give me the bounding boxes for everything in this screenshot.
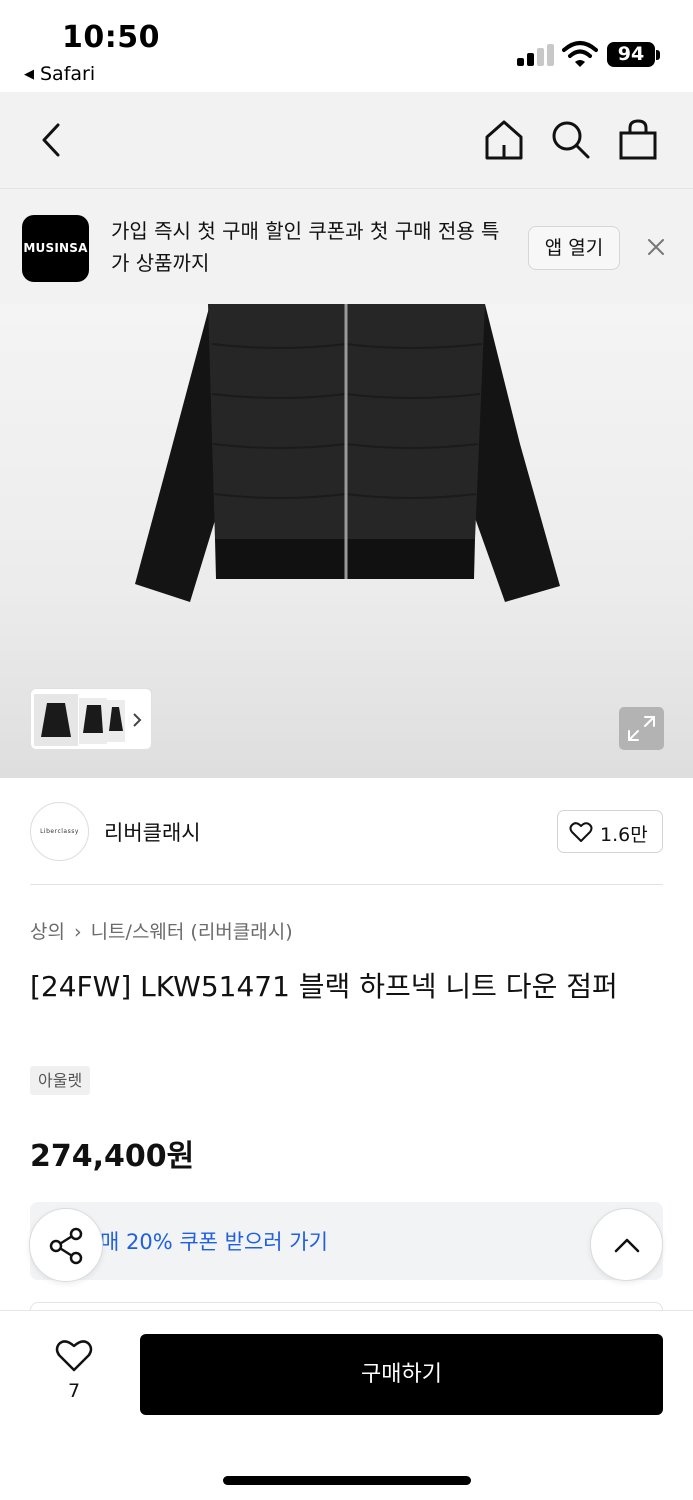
brand-like-count: 1.6만 xyxy=(600,824,648,846)
brand-logo[interactable]: Liberclassy xyxy=(30,802,89,861)
chevron-up-icon xyxy=(614,1238,640,1253)
shopping-bag-icon[interactable] xyxy=(618,119,658,161)
scroll-to-top-button[interactable] xyxy=(590,1208,663,1281)
product-price: 274,400원 xyxy=(30,1139,195,1174)
product-title: [24FW] LKW51471 블랙 하프넥 니트 다운 점퍼 xyxy=(30,970,618,1003)
chevron-right-icon: › xyxy=(73,921,82,943)
brand-like-button[interactable]: 1.6만 xyxy=(557,810,663,853)
share-icon xyxy=(49,1227,83,1265)
coupon-text[interactable]: 매 20% 쿠폰 받으러 가기 xyxy=(100,1226,328,1256)
expand-icon xyxy=(628,716,655,741)
outlet-badge: 아울렛 xyxy=(30,1066,91,1095)
status-time: 10:50 xyxy=(62,20,160,55)
image-thumbnail-strip[interactable] xyxy=(30,688,152,750)
product-like-count: 7 xyxy=(67,1380,81,1402)
search-icon[interactable] xyxy=(551,119,591,161)
musinsa-logo: MUSINSA xyxy=(22,215,89,282)
banner-message: 가입 즉시 첫 구매 할인 쿠폰과 첫 구매 전용 특가 상품까지 xyxy=(111,219,500,275)
share-button[interactable] xyxy=(29,1208,103,1282)
heart-icon xyxy=(55,1340,93,1372)
back-to-app-link[interactable]: ◀ Safari xyxy=(24,63,95,85)
cellular-signal-icon xyxy=(517,44,555,66)
breadcrumb: 상의 › 니트/스웨터 (리버클래시) xyxy=(30,917,293,944)
battery-tip xyxy=(656,50,660,60)
breadcrumb-subcategory[interactable]: 니트/스웨터 (리버클래시) xyxy=(91,921,293,943)
back-triangle-icon: ◀ xyxy=(24,67,34,82)
brand-name[interactable]: 리버클래시 xyxy=(104,817,201,847)
back-app-label: Safari xyxy=(40,63,96,85)
home-indicator xyxy=(223,1476,471,1485)
thumbnail-images xyxy=(34,694,142,746)
expand-image-button[interactable] xyxy=(619,707,664,750)
home-icon[interactable] xyxy=(484,119,524,161)
divider xyxy=(30,884,663,885)
breadcrumb-category[interactable]: 상의 xyxy=(30,921,65,943)
wifi-icon xyxy=(562,41,598,67)
chevron-right-icon xyxy=(133,713,142,727)
close-icon[interactable] xyxy=(646,237,666,257)
back-icon[interactable] xyxy=(38,122,66,158)
open-app-button[interactable]: 앱 열기 xyxy=(528,226,620,270)
buy-button[interactable]: 구매하기 xyxy=(140,1334,663,1415)
battery-indicator: 94 xyxy=(607,42,655,67)
status-bar: 10:50 ◀ Safari 94 xyxy=(0,0,693,92)
top-navigation xyxy=(0,92,693,188)
product-like-button[interactable]: 7 xyxy=(50,1336,98,1408)
heart-icon xyxy=(569,822,593,842)
